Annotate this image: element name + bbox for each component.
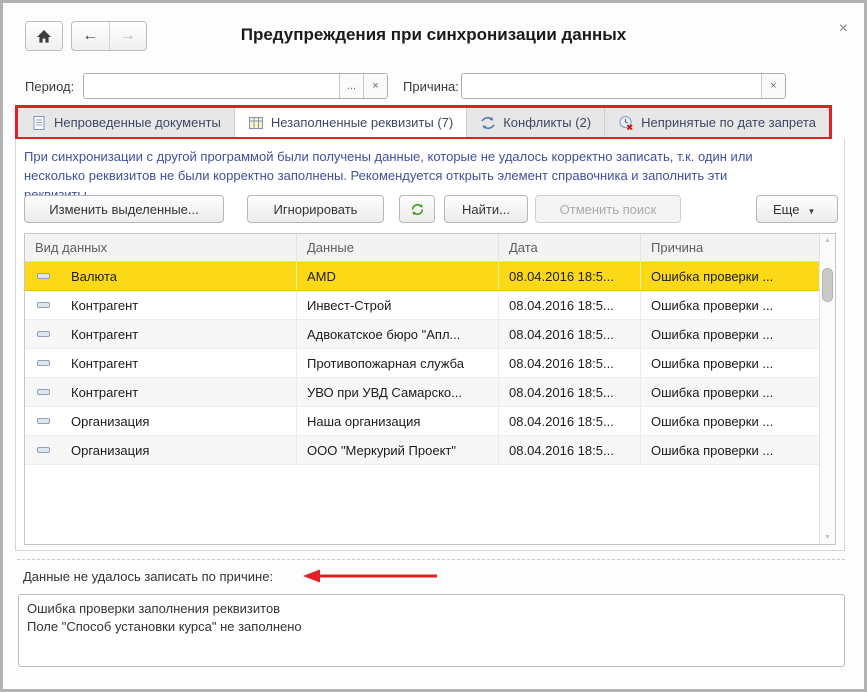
cell-kind: Организация	[71, 413, 150, 429]
period-select-button[interactable]: ...	[339, 74, 363, 98]
period-input[interactable]	[84, 74, 339, 98]
tab-rejected-by-date[interactable]: Непринятые по дате запрета	[605, 108, 829, 137]
warnings-table: Вид данных Данные Дата Причина Валюта AM…	[24, 233, 836, 545]
scroll-down-icon[interactable]: ▼	[820, 534, 835, 541]
back-button[interactable]: ←	[72, 22, 110, 50]
forward-button[interactable]: →	[110, 22, 147, 50]
tab-conflicts[interactable]: Конфликты (2)	[467, 108, 606, 137]
cell-kind: Контрагент	[71, 297, 139, 313]
failure-details-text[interactable]: Ошибка проверки заполнения реквизитов По…	[18, 594, 845, 667]
table-row[interactable]: Валюта AMD 08.04.2016 18:5... Ошибка про…	[25, 262, 835, 291]
cell-data: AMD	[297, 262, 499, 290]
table-row[interactable]: Организация Наша организация 08.04.2016 …	[25, 407, 835, 436]
period-label: Период:	[25, 79, 75, 94]
row-status-dash-icon	[37, 447, 50, 453]
cell-date: 08.04.2016 18:5...	[499, 378, 641, 406]
cell-kind: Контрагент	[71, 326, 139, 342]
cell-kind: Организация	[71, 442, 150, 458]
reason-input[interactable]	[462, 74, 761, 98]
table-icon	[248, 115, 264, 131]
chevron-down-icon: ▼	[807, 206, 816, 216]
tab-label: Незаполненные реквизиты (7)	[270, 115, 454, 130]
cell-date: 08.04.2016 18:5...	[499, 407, 641, 435]
column-header-data[interactable]: Данные	[297, 234, 499, 261]
cell-reason: Ошибка проверки ...	[651, 355, 774, 371]
app-window: ← → Предупреждения при синхронизации дан…	[0, 0, 867, 692]
cell-reason: Ошибка проверки ...	[651, 268, 774, 284]
reason-field-group: ×	[461, 73, 786, 99]
ignore-button[interactable]: Игнорировать	[247, 195, 384, 223]
edit-selected-button[interactable]: Изменить выделенные...	[24, 195, 224, 223]
tab-unfilled-attributes[interactable]: Незаполненные реквизиты (7)	[234, 108, 468, 137]
table-row[interactable]: Контрагент Инвест-Строй 08.04.2016 18:5.…	[25, 291, 835, 320]
tab-unposted-documents[interactable]: Непроведенные документы	[18, 108, 235, 137]
cell-data: ООО "Меркурий Проект"	[297, 436, 499, 464]
more-button[interactable]: Еще ▼	[756, 195, 838, 223]
vertical-scrollbar[interactable]: ▲ ▼	[819, 234, 835, 544]
table-row[interactable]: Организация ООО "Меркурий Проект" 08.04.…	[25, 436, 835, 465]
home-button[interactable]	[25, 21, 63, 51]
forward-arrow-icon: →	[119, 27, 136, 44]
column-header-date[interactable]: Дата	[499, 234, 641, 261]
table-body: Валюта AMD 08.04.2016 18:5... Ошибка про…	[25, 262, 835, 465]
red-annotation-arrow-icon	[303, 568, 439, 589]
row-status-dash-icon	[37, 418, 50, 424]
scrollbar-thumb[interactable]	[822, 268, 833, 302]
cell-kind: Валюта	[71, 268, 117, 284]
cell-data: Адвокатское бюро "Апл...	[297, 320, 499, 348]
cell-data: Наша организация	[297, 407, 499, 435]
table-row[interactable]: Контрагент Адвокатское бюро "Апл... 08.0…	[25, 320, 835, 349]
table-row[interactable]: Контрагент УВО при УВД Самарско... 08.04…	[25, 378, 835, 407]
cell-date: 08.04.2016 18:5...	[499, 320, 641, 348]
tab-label: Конфликты (2)	[503, 115, 592, 130]
clock-denied-icon	[618, 115, 634, 131]
column-header-reason[interactable]: Причина	[641, 234, 835, 261]
cell-reason: Ошибка проверки ...	[651, 326, 774, 342]
cell-kind: Контрагент	[71, 355, 139, 371]
row-status-dash-icon	[37, 389, 50, 395]
cell-data: Инвест-Строй	[297, 291, 499, 319]
tab-label: Непроведенные документы	[54, 115, 221, 130]
row-status-dash-icon	[37, 273, 50, 279]
conflict-arrows-icon	[480, 115, 496, 131]
close-icon[interactable]: ×	[839, 21, 848, 37]
warnings-panel: При синхронизации с другой программой бы…	[15, 139, 845, 551]
find-button[interactable]: Найти...	[444, 195, 528, 223]
history-buttons: ← →	[71, 21, 147, 51]
cell-reason: Ошибка проверки ...	[651, 413, 774, 429]
row-status-dash-icon	[37, 302, 50, 308]
cell-kind: Контрагент	[71, 384, 139, 400]
home-icon	[37, 29, 51, 43]
cell-date: 08.04.2016 18:5...	[499, 291, 641, 319]
failure-reason-label: Данные не удалось записать по причине:	[23, 569, 274, 584]
cell-reason: Ошибка проверки ...	[651, 442, 774, 458]
reason-label: Причина:	[403, 79, 459, 94]
column-header-kind[interactable]: Вид данных	[25, 234, 297, 261]
cancel-search-button[interactable]: Отменить поиск	[535, 195, 681, 223]
cell-reason: Ошибка проверки ...	[651, 384, 774, 400]
page-title: Предупреждения при синхронизации данных	[240, 25, 627, 44]
cell-data: Противопожарная служба	[297, 349, 499, 377]
cell-data: УВО при УВД Самарско...	[297, 378, 499, 406]
tab-label: Непринятые по дате запрета	[641, 115, 816, 130]
table-header: Вид данных Данные Дата Причина	[25, 234, 835, 262]
document-icon	[31, 115, 47, 131]
row-status-dash-icon	[37, 331, 50, 337]
refresh-button[interactable]	[399, 195, 435, 223]
dashed-separator	[17, 559, 845, 560]
scroll-up-icon[interactable]: ▲	[820, 237, 835, 244]
back-arrow-icon: ←	[82, 27, 99, 44]
more-button-label: Еще	[773, 201, 800, 217]
cell-date: 08.04.2016 18:5...	[499, 349, 641, 377]
cell-date: 08.04.2016 18:5...	[499, 436, 641, 464]
tab-bar-annotation-box: Непроведенные документы Незаполненные ре…	[15, 105, 832, 140]
period-field-group: ... ×	[83, 73, 388, 99]
table-row[interactable]: Контрагент Противопожарная служба 08.04.…	[25, 349, 835, 378]
cell-reason: Ошибка проверки ...	[651, 297, 774, 313]
refresh-icon	[411, 204, 423, 216]
reason-clear-button[interactable]: ×	[761, 74, 785, 98]
period-clear-button[interactable]: ×	[363, 74, 387, 98]
row-status-dash-icon	[37, 360, 50, 366]
cell-date: 08.04.2016 18:5...	[499, 262, 641, 290]
